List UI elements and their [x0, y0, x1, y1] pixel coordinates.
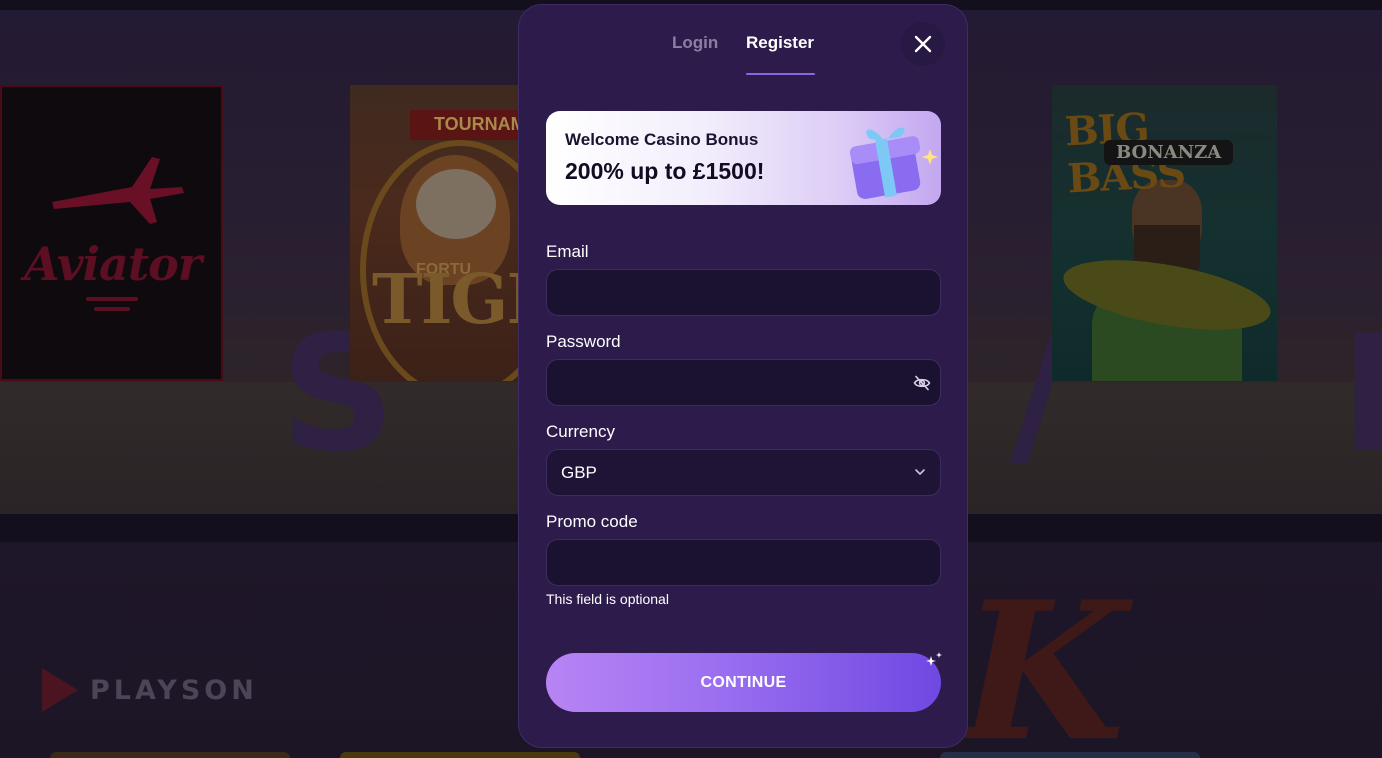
toggle-password-visibility[interactable] — [911, 372, 933, 394]
game-title: TIGE — [372, 260, 520, 340]
auth-modal: Login Register Welcome Casino Bonus 200%… — [518, 4, 968, 748]
game-card-big-bass-bonanza[interactable]: BIG BASS BONANZA — [1052, 85, 1277, 381]
tab-register[interactable]: Register — [746, 33, 814, 63]
email-field[interactable] — [546, 269, 941, 316]
promo-code-field[interactable] — [546, 539, 941, 586]
chevron-down-icon — [915, 469, 925, 475]
close-button[interactable] — [901, 22, 945, 66]
provider-logo-playson[interactable]: PLAYSON — [42, 668, 258, 712]
playson-logo-icon — [42, 668, 78, 712]
email-label: Email — [546, 242, 589, 261]
plane-icon — [52, 157, 184, 224]
tab-login[interactable]: Login — [672, 33, 718, 63]
continue-button[interactable]: CONTINUE — [546, 653, 941, 712]
currency-select[interactable]: GBP — [546, 449, 941, 496]
close-icon — [914, 35, 932, 53]
game-subtitle: BONANZA — [1104, 140, 1234, 165]
bonus-amount: 200% up to £1500! — [565, 158, 765, 184]
currency-label: Currency — [546, 422, 615, 441]
auth-tabs: Login Register — [519, 33, 967, 81]
sparkle-icon — [926, 652, 942, 666]
promo-code-hint: This field is optional — [546, 591, 669, 607]
game-title: Aviator — [24, 237, 202, 291]
bonus-title: Welcome Casino Bonus — [565, 130, 759, 149]
promo-code-label: Promo code — [546, 512, 638, 531]
password-label: Password — [546, 332, 621, 351]
tournament-banner: TOURNAM — [410, 110, 520, 140]
gift-icon — [849, 127, 938, 199]
welcome-bonus-banner: Welcome Casino Bonus 200% up to £1500! — [546, 111, 941, 205]
game-card-aviator[interactable]: Aviator — [0, 85, 223, 381]
active-tab-indicator — [746, 73, 815, 75]
password-field[interactable] — [546, 359, 941, 406]
currency-selected-value: GBP — [561, 462, 597, 482]
game-card-fortune-tiger[interactable]: TOURNAM FORTU TIGE — [350, 85, 520, 381]
eye-off-icon — [913, 375, 931, 391]
